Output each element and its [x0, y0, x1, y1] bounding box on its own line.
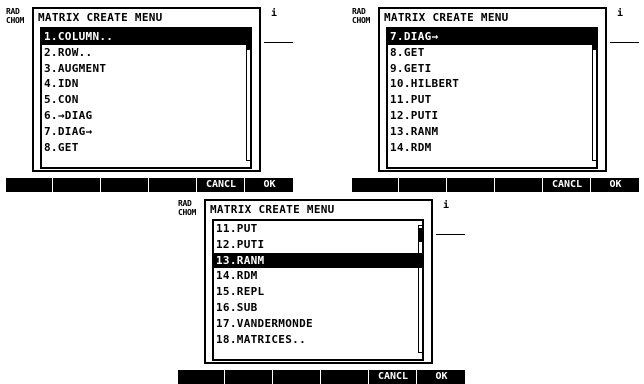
menu-item[interactable]: 18.MATRICES.. — [214, 332, 422, 348]
scrollbar-thumb[interactable] — [419, 228, 422, 242]
softkey-3[interactable] — [274, 370, 321, 384]
matrix-create-menu-dialog: MATRIX CREATE MENU 11.PUT 12.PUTI 13.RAN… — [204, 199, 433, 364]
softkey-4[interactable] — [322, 370, 369, 384]
softkey-3[interactable] — [102, 178, 149, 192]
menu-item[interactable]: 7.DIAG→ — [42, 124, 250, 140]
ok-softkey[interactable]: OK — [246, 178, 293, 192]
softkey-1[interactable] — [178, 370, 225, 384]
stack-divider — [436, 234, 465, 235]
menu-item[interactable]: 15.REPL — [214, 284, 422, 300]
menu-item[interactable]: 16.SUB — [214, 300, 422, 316]
menu-item[interactable]: 12.PUTI — [388, 108, 596, 124]
scrollbar-thumb[interactable] — [593, 36, 596, 50]
menu-list: 7.DIAG→ 8.GET 9.GETI 10.HILBERT 11.PUT 1… — [386, 27, 598, 169]
scrollbar[interactable] — [246, 33, 251, 161]
softkey-bar: CANCL OK — [6, 178, 293, 192]
softkey-bar: CANCL OK — [352, 178, 639, 192]
ok-softkey[interactable]: OK — [592, 178, 639, 192]
edit-cursor-indicator: i — [443, 200, 450, 211]
menu-item[interactable]: 3.AUGMENT — [42, 61, 250, 77]
status-indicators: RAD CHOM — [352, 7, 378, 25]
calculator-screen-2: RAD CHOM i MATRIX CREATE MENU 7.DIAG→ 8.… — [352, 7, 639, 192]
menu-item[interactable]: 13.RANM — [388, 124, 596, 140]
coordinate-mode-indicator: CHOM — [6, 16, 25, 25]
dialog-title: MATRIX CREATE MENU — [210, 203, 335, 216]
cancel-softkey[interactable]: CANCL — [198, 178, 245, 192]
scrollbar[interactable] — [418, 225, 423, 353]
menu-item[interactable]: 6.→DIAG — [42, 108, 250, 124]
calculator-screen-1: RAD CHOM i MATRIX CREATE MENU 1.COLUMN..… — [6, 7, 293, 192]
softkey-3[interactable] — [448, 178, 495, 192]
menu-item[interactable]: 12.PUTI — [214, 237, 422, 253]
menu-item[interactable]: 10.HILBERT — [388, 76, 596, 92]
matrix-create-menu-dialog: MATRIX CREATE MENU 7.DIAG→ 8.GET 9.GETI … — [378, 7, 607, 172]
menu-item[interactable]: 11.PUT — [388, 92, 596, 108]
menu-item[interactable]: 13.RANM — [214, 252, 422, 269]
cancel-softkey[interactable]: CANCL — [544, 178, 591, 192]
softkey-4[interactable] — [150, 178, 197, 192]
ok-softkey[interactable]: OK — [418, 370, 465, 384]
edit-cursor-indicator: i — [271, 8, 278, 19]
angle-mode-indicator: RAD — [178, 199, 192, 208]
angle-mode-indicator: RAD — [352, 7, 366, 16]
stack-divider — [264, 42, 293, 43]
dialog-title: MATRIX CREATE MENU — [384, 11, 509, 24]
softkey-2[interactable] — [226, 370, 273, 384]
menu-item[interactable]: 14.RDM — [214, 268, 422, 284]
scrollbar-thumb[interactable] — [247, 36, 250, 50]
menu-item[interactable]: 2.ROW.. — [42, 45, 250, 61]
coordinate-mode-indicator: CHOM — [178, 208, 197, 217]
stack-divider — [610, 42, 639, 43]
scrollbar[interactable] — [592, 33, 597, 161]
menu-item[interactable]: 8.GET — [42, 140, 250, 156]
softkey-bar: CANCL OK — [178, 370, 465, 384]
status-indicators: RAD CHOM — [6, 7, 32, 25]
menu-item[interactable]: 1.COLUMN.. — [42, 29, 250, 45]
matrix-create-menu-dialog: MATRIX CREATE MENU 1.COLUMN.. 2.ROW.. 3.… — [32, 7, 261, 172]
softkey-4[interactable] — [496, 178, 543, 192]
edit-cursor-indicator: i — [617, 8, 624, 19]
softkey-1[interactable] — [352, 178, 399, 192]
menu-list: 11.PUT 12.PUTI 13.RANM 14.RDM 15.REPL 16… — [212, 219, 424, 361]
menu-item[interactable]: 9.GETI — [388, 61, 596, 77]
menu-item[interactable]: 17.VANDERMONDE — [214, 316, 422, 332]
status-indicators: RAD CHOM — [178, 199, 204, 217]
menu-item[interactable]: 4.IDN — [42, 76, 250, 92]
cancel-softkey[interactable]: CANCL — [370, 370, 417, 384]
angle-mode-indicator: RAD — [6, 7, 20, 16]
softkey-1[interactable] — [6, 178, 53, 192]
menu-item[interactable]: 14.RDM — [388, 140, 596, 156]
softkey-2[interactable] — [54, 178, 101, 192]
dialog-title: MATRIX CREATE MENU — [38, 11, 163, 24]
menu-list: 1.COLUMN.. 2.ROW.. 3.AUGMENT 4.IDN 5.CON… — [40, 27, 252, 169]
menu-item[interactable]: 5.CON — [42, 92, 250, 108]
menu-item[interactable]: 8.GET — [388, 45, 596, 61]
coordinate-mode-indicator: CHOM — [352, 16, 371, 25]
softkey-2[interactable] — [400, 178, 447, 192]
calculator-screen-3: RAD CHOM i MATRIX CREATE MENU 11.PUT 12.… — [178, 199, 465, 384]
menu-item[interactable]: 7.DIAG→ — [388, 29, 596, 45]
menu-item[interactable]: 11.PUT — [214, 221, 422, 237]
